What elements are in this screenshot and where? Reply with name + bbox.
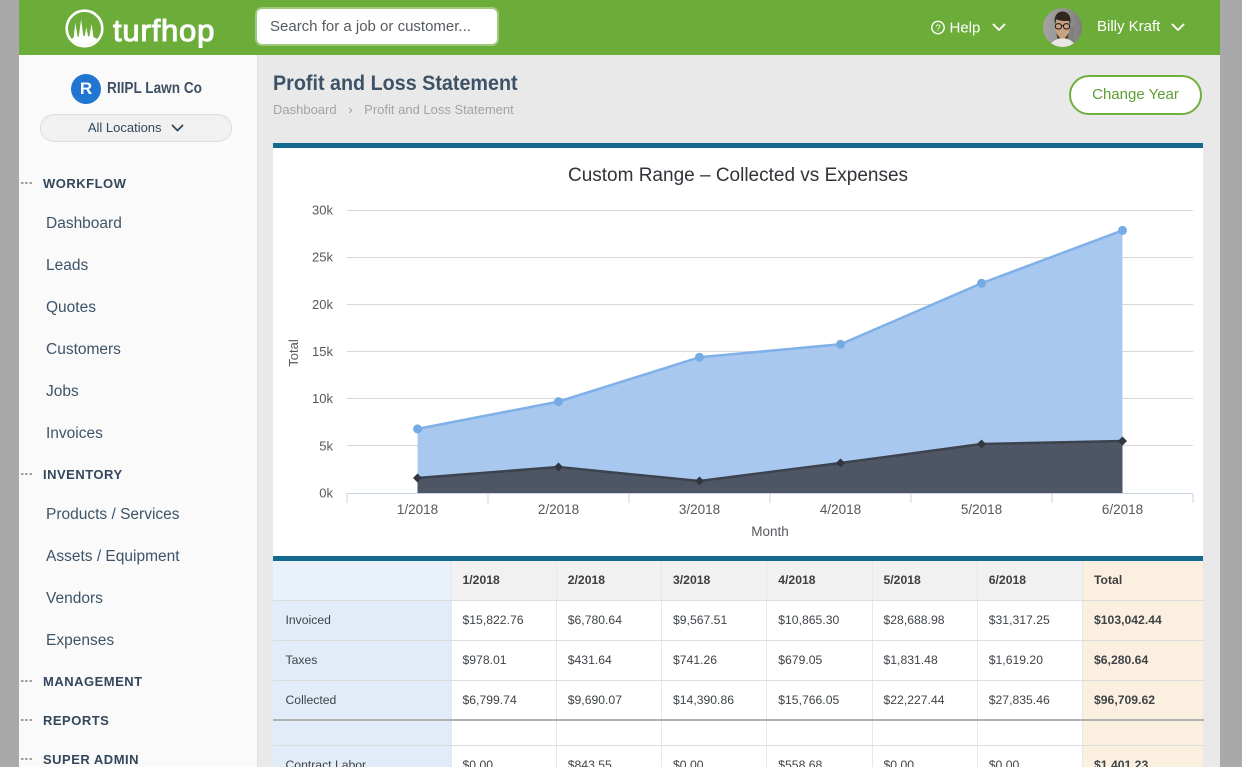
svg-text:25k: 25k bbox=[312, 250, 333, 265]
svg-text:Month: Month bbox=[751, 524, 789, 539]
svg-text:Custom Range – Collected vs Ex: Custom Range – Collected vs Expenses bbox=[568, 165, 908, 186]
svg-text:6/2018: 6/2018 bbox=[1102, 502, 1143, 517]
svg-text:20k: 20k bbox=[312, 297, 333, 312]
svg-text:0k: 0k bbox=[319, 486, 333, 501]
svg-text:4/2018: 4/2018 bbox=[820, 502, 861, 517]
svg-text:15k: 15k bbox=[312, 344, 333, 359]
svg-text:Total: Total bbox=[286, 339, 301, 367]
svg-text:30k: 30k bbox=[312, 203, 333, 218]
svg-text:10k: 10k bbox=[312, 391, 333, 406]
svg-text:5k: 5k bbox=[319, 438, 333, 453]
svg-text:?: ? bbox=[935, 23, 940, 34]
svg-text:3/2018: 3/2018 bbox=[679, 502, 720, 517]
svg-text:1/2018: 1/2018 bbox=[397, 502, 438, 517]
svg-text:2/2018: 2/2018 bbox=[538, 502, 579, 517]
svg-text:Help: Help bbox=[950, 20, 981, 37]
svg-text:5/2018: 5/2018 bbox=[961, 502, 1002, 517]
